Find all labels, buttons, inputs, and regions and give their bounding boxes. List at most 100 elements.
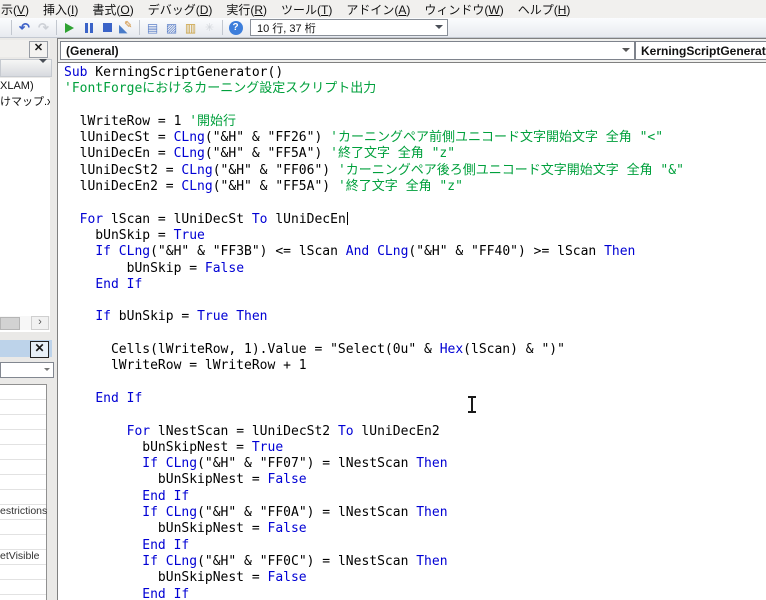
chevron-down-icon [622,48,630,52]
code-line: bUnSkipNest = False [64,521,766,537]
menu-item-t[interactable]: ツール(T) [274,0,339,20]
code-line: For lNestScan = lUniDecSt2 To lUniDecEn2 [64,424,766,440]
scroll-right-icon[interactable]: › [31,316,49,330]
properties-window-icon[interactable]: ▨ [162,20,181,36]
procedure-combobox[interactable]: KerningScriptGenerator [635,41,766,60]
chevron-down-icon [44,368,50,371]
property-row[interactable] [0,430,46,445]
property-row[interactable] [0,595,46,600]
code-line [64,98,766,114]
help-icon[interactable]: ? [226,20,245,36]
property-row[interactable] [0,475,46,490]
property-row[interactable] [0,520,46,535]
properties-window-icon: ▨ [166,21,177,35]
menu-item-i[interactable]: 挿入(I) [36,0,85,20]
menu-item-r[interactable]: 実行(R) [219,0,274,20]
code-line: bUnSkipNest = False [64,472,766,488]
run-icon[interactable] [60,20,79,36]
menu-item-h[interactable]: ヘルプ(H) [511,0,578,20]
code-line: 'FontForgeにおけるカーニング設定スクリプト出力 [64,81,766,97]
left-docked-panes: ✕ XLAM)けマップ.xls › ✕ estrictions etVisible [0,38,57,600]
code-line: If CLng("&H" & "FF0C") = lNestScan Then [64,554,766,570]
code-line [64,195,766,211]
code-line: lWriteRow = 1 '開始行 [64,114,766,130]
properties-grid[interactable]: estrictions etVisible [0,384,47,600]
toolbar-separator [139,20,140,35]
tree-item[interactable]: XLAM) [0,78,50,94]
reset-icon[interactable] [98,20,117,36]
property-row[interactable] [0,415,46,430]
code-line: bUnSkipNest = True [64,440,766,456]
procedure-combobox-value: KerningScriptGenerator [641,44,766,58]
toolbar-separator [11,20,12,35]
tree-item[interactable]: けマップ.xls [0,94,50,110]
property-row[interactable]: estrictions [0,505,46,520]
properties-window-titlebar: ✕ [0,340,52,357]
project-explorer-icon: ▤ [147,21,158,35]
property-row[interactable] [0,445,46,460]
cursor-position-text: 10 行, 37 桁 [257,20,316,36]
code-line: bUnSkipNest = False [64,570,766,586]
code-line: End If [64,277,766,293]
property-row[interactable] [0,385,46,400]
code-window: (General) KerningScriptGenerator Sub Ker… [57,38,766,600]
toolbar-separator [222,20,223,35]
property-row[interactable]: etVisible [0,550,46,565]
project-explorer-toolbar[interactable] [0,59,52,77]
code-line: bUnSkip = True [64,228,766,244]
project-explorer-icon[interactable]: ▤ [143,20,162,36]
toolbox-icon: ✳ [200,20,219,36]
position-indicator[interactable]: 10 行, 37 桁 [250,19,448,36]
toolbar: A ↶ ↷ ◣✎ ▤ ▨ ▥ ✳? 10 行, 37 桁 [0,18,766,38]
property-row[interactable] [0,490,46,505]
code-line: End If [64,587,766,600]
code-line [64,407,766,423]
code-line: lUniDecEn = CLng("&H" & "FF5A") '終了文字 全角… [64,146,766,162]
property-row[interactable] [0,535,46,550]
code-line: lUniDecSt = CLng("&H" & "FF26") 'カーニングペア… [64,130,766,146]
property-row[interactable] [0,460,46,475]
object-browser-icon[interactable]: ▥ [181,20,200,36]
property-row[interactable] [0,400,46,415]
code-line: End If [64,538,766,554]
property-row[interactable] [0,580,46,595]
toolbar-separator [56,20,57,35]
object-combobox-value: (General) [66,44,119,58]
project-tree[interactable]: XLAM)けマップ.xls › [0,78,50,332]
undo-icon[interactable]: ↶ [15,20,34,36]
scrollbar-thumb[interactable] [0,317,20,330]
break-icon[interactable] [79,20,98,36]
code-line [64,326,766,342]
menu-item-w[interactable]: ウィンドウ(W) [417,0,510,20]
design-mode-icon[interactable]: ◣✎ [117,20,136,36]
menu-item-o[interactable]: 書式(O) [85,0,140,20]
mouse-ibeam-cursor [466,396,477,413]
close-icon[interactable]: ✕ [29,41,48,58]
clipped-icon[interactable]: A [0,20,8,36]
object-combobox[interactable]: (General) [60,41,635,60]
property-row[interactable] [0,565,46,580]
code-line: End If [64,391,766,407]
menu-item-d[interactable]: デバッグ(D) [141,0,220,20]
code-editor[interactable]: Sub KerningScriptGenerator()'FontForgeにお… [58,62,766,600]
code-line: If bUnSkip = True Then [64,309,766,325]
vbe-window: 示(V)挿入(I)書式(O)デバッグ(D)実行(R)ツール(T)アドイン(A)ウ… [0,0,766,600]
menu-item-v[interactable]: 示(V) [0,0,36,20]
code-line: Sub KerningScriptGenerator() [64,65,766,81]
toolbox-icon: ✳ [205,21,214,34]
object-browser-icon: ▥ [185,21,196,35]
code-line: If CLng("&H" & "FF3B") <= lScan And CLng… [64,244,766,260]
redo-icon: ↷ [38,20,49,36]
code-line: If CLng("&H" & "FF0A") = lNestScan Then [64,505,766,521]
properties-object-combobox[interactable] [0,362,54,378]
code-line: End If [64,489,766,505]
undo-icon: ↶ [19,20,30,36]
code-line: If CLng("&H" & "FF07") = lNestScan Then [64,456,766,472]
project-explorer-titlebar: ✕ [0,40,50,57]
close-icon[interactable]: ✕ [30,341,49,358]
horizontal-scrollbar[interactable]: › [0,316,50,330]
code-line: bUnSkip = False [64,261,766,277]
code-line: For lScan = lUniDecSt To lUniDecEn [64,212,766,228]
menu-item-a[interactable]: アドイン(A) [339,0,417,20]
code-line [64,375,766,391]
